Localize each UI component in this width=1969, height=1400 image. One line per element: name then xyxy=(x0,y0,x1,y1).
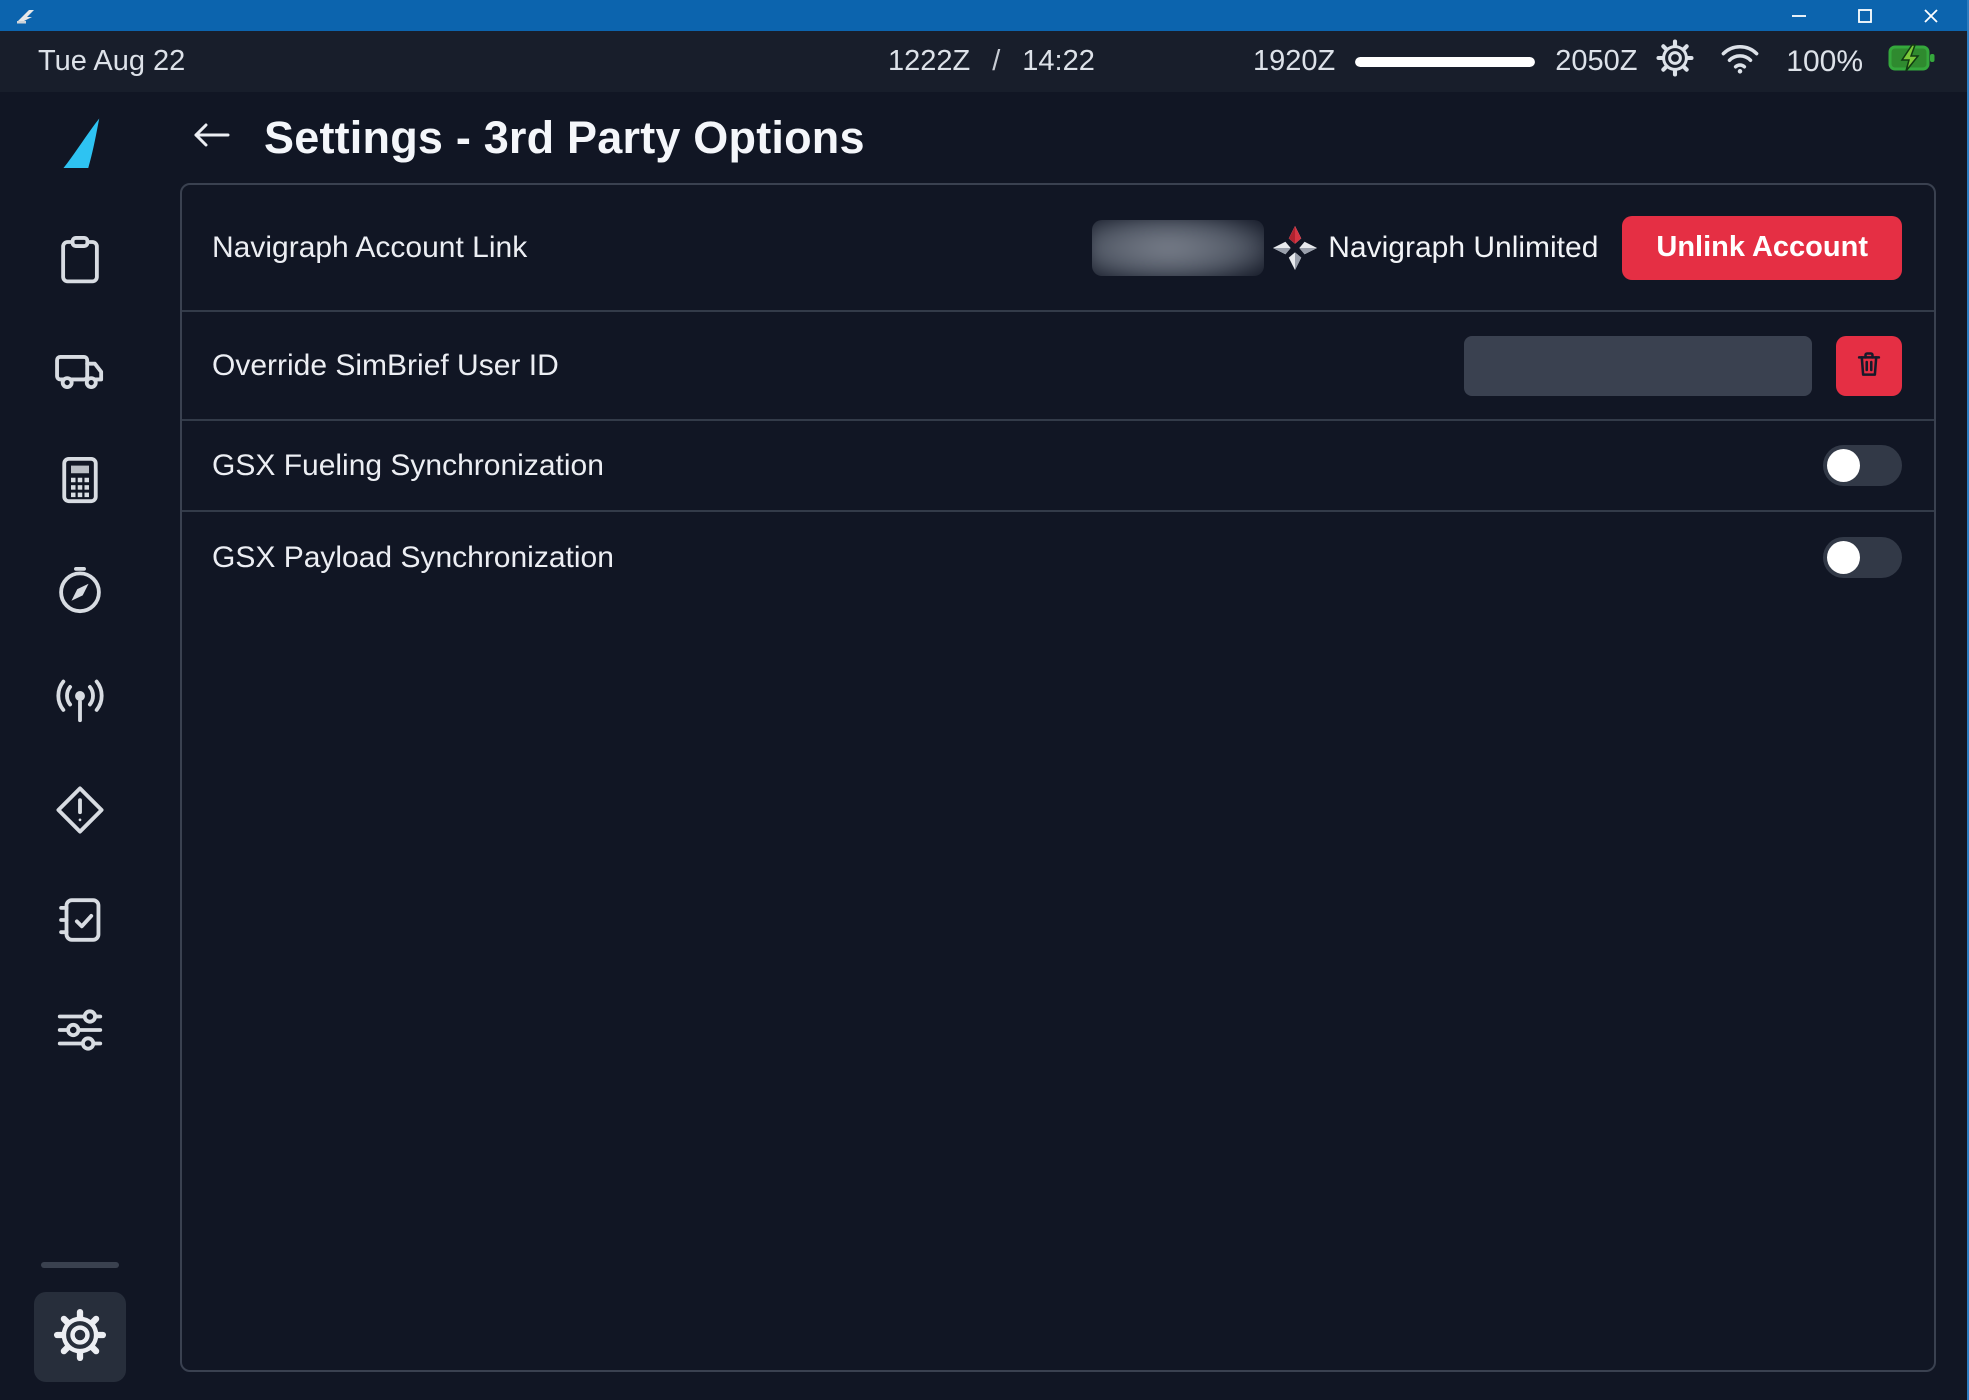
gsx-fueling-toggle-off[interactable] xyxy=(1823,445,1902,486)
app-icon xyxy=(14,5,40,27)
battery-percent: 100% xyxy=(1786,45,1863,79)
warning-diamond-icon xyxy=(53,783,107,842)
sidebar-item-dispatch[interactable] xyxy=(52,234,108,290)
sidebar-item-performance[interactable] xyxy=(52,454,108,510)
navigraph-label: Navigraph Account Link xyxy=(212,231,527,265)
flight-schedule: 1920Z 2050Z xyxy=(1253,31,1637,92)
page-title: Settings - 3rd Party Options xyxy=(264,112,865,164)
page-header: Settings - 3rd Party Options xyxy=(160,92,1967,183)
efb-statusbar: Tue Aug 22 1222Z / 14:22 1920Z 2050Z xyxy=(0,31,1967,92)
sidebar xyxy=(0,92,160,1400)
local-time: 14:22 xyxy=(1022,45,1095,78)
efb-window: Tue Aug 22 1222Z / 14:22 1920Z 2050Z xyxy=(0,0,1969,1400)
sidebar-divider xyxy=(41,1262,119,1268)
statusbar-clock: 1222Z / 14:22 xyxy=(888,31,1095,92)
close-button[interactable] xyxy=(1909,0,1953,31)
flight-progress-bar xyxy=(1355,57,1535,67)
departure-time: 1920Z xyxy=(1253,45,1335,78)
navigraph-controls: Navigraph Unlimited Unlink Account xyxy=(1092,216,1902,280)
statusbar-date: Tue Aug 22 xyxy=(38,31,185,92)
sidebar-item-failures[interactable] xyxy=(52,784,108,840)
sidebar-bottom xyxy=(34,1262,126,1382)
utc-time: 1222Z xyxy=(888,45,970,78)
trash-icon xyxy=(1853,348,1885,383)
main-content: Settings - 3rd Party Options Navigraph A… xyxy=(160,92,1967,1400)
sidebar-item-navigation[interactable] xyxy=(52,564,108,620)
maximize-button[interactable] xyxy=(1843,0,1887,31)
setting-row-simbrief: Override SimBrief User ID xyxy=(182,312,1934,421)
sidebar-nav xyxy=(52,234,108,1060)
simbrief-controls xyxy=(1464,336,1902,396)
truck-icon xyxy=(53,343,107,402)
compass-icon xyxy=(53,563,107,622)
checklist-icon xyxy=(53,893,107,952)
setting-row-gsx-fueling: GSX Fueling Synchronization xyxy=(182,421,1934,512)
window-controls xyxy=(1777,0,1967,31)
navigraph-logo-icon xyxy=(1272,225,1318,271)
clipboard-icon xyxy=(53,233,107,292)
battery-charging-icon xyxy=(1888,42,1936,82)
navigraph-account-name-blurred xyxy=(1092,220,1264,276)
minimize-button[interactable] xyxy=(1777,0,1821,31)
broadcast-icon xyxy=(53,673,107,732)
unlink-account-button[interactable]: Unlink Account xyxy=(1622,216,1902,280)
setting-row-navigraph: Navigraph Account Link xyxy=(182,185,1934,312)
navigraph-subscription-label: Navigraph Unlimited xyxy=(1328,231,1598,265)
brand-tailfin-logo xyxy=(47,106,113,186)
os-titlebar xyxy=(0,0,1967,31)
calculator-icon xyxy=(53,453,107,512)
gsx-fueling-label: GSX Fueling Synchronization xyxy=(212,449,604,483)
sliders-icon xyxy=(53,1003,107,1062)
sidebar-item-atc[interactable] xyxy=(52,674,108,730)
time-separator: / xyxy=(992,45,1000,78)
sidebar-item-settings-active[interactable] xyxy=(34,1292,126,1382)
clear-simbrief-id-button[interactable] xyxy=(1836,336,1902,396)
sidebar-item-checklists[interactable] xyxy=(52,894,108,950)
settings-card: Navigraph Account Link xyxy=(180,183,1936,1372)
setting-row-gsx-payload: GSX Payload Synchronization xyxy=(182,512,1934,603)
simbrief-label: Override SimBrief User ID xyxy=(212,349,559,383)
back-button[interactable] xyxy=(188,119,234,156)
arrival-time: 2050Z xyxy=(1555,45,1637,78)
sidebar-item-presets[interactable] xyxy=(52,1004,108,1060)
gsx-payload-toggle-off[interactable] xyxy=(1823,537,1902,578)
sidebar-item-ground[interactable] xyxy=(52,344,108,400)
wifi-icon xyxy=(1719,40,1761,84)
gsx-payload-label: GSX Payload Synchronization xyxy=(212,541,614,575)
simbrief-user-id-input[interactable] xyxy=(1464,336,1812,396)
statusbar-indicators: 100% xyxy=(1656,31,1936,92)
back-arrow-icon xyxy=(188,119,234,156)
gear-icon xyxy=(1656,39,1694,85)
gear-icon xyxy=(52,1307,108,1368)
